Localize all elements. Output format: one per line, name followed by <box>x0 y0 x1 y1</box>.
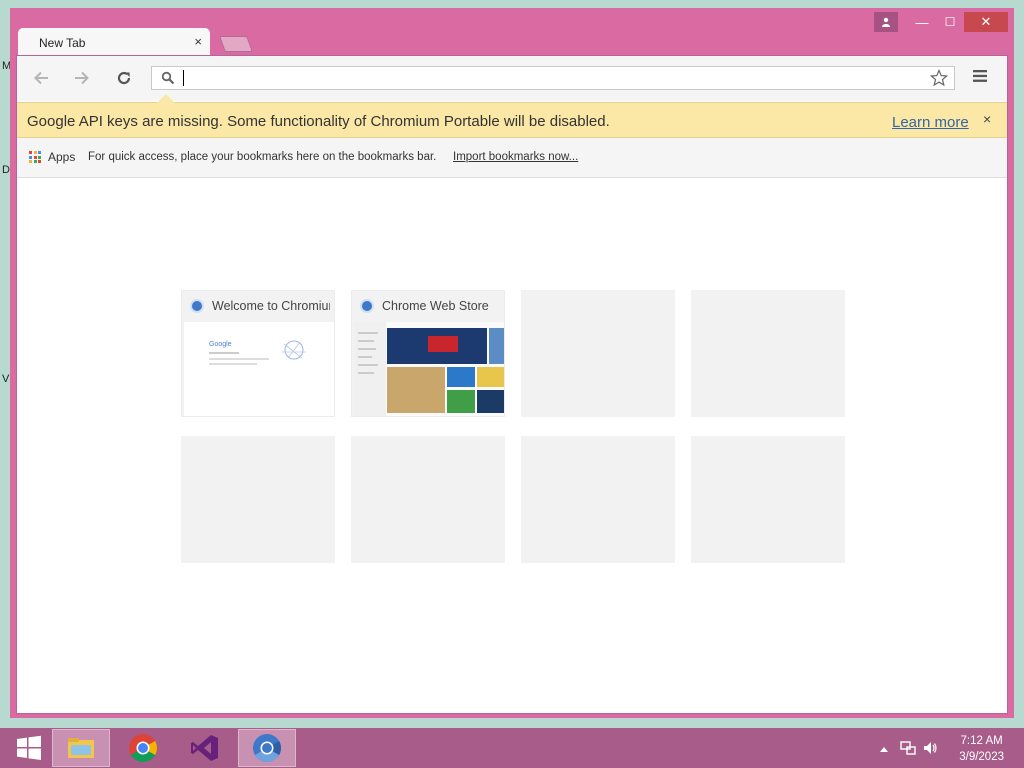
hamburger-menu-icon <box>973 70 987 82</box>
omnibox[interactable] <box>151 66 955 90</box>
reload-button[interactable] <box>112 67 136 89</box>
new-tab-button[interactable] <box>219 36 253 52</box>
text-caret <box>183 70 184 86</box>
empty-tile <box>691 436 845 563</box>
tile-thumbnail: Google <box>184 322 334 416</box>
empty-tile <box>181 436 335 563</box>
volume-icon[interactable] <box>922 740 938 756</box>
tile-title: Welcome to Chromium <box>212 299 330 313</box>
forward-arrow-icon <box>75 71 89 85</box>
api-keys-infobar: Google API keys are missing. Some functi… <box>17 94 1007 138</box>
chrome-icon <box>129 734 157 762</box>
tile-title: Chrome Web Store <box>382 299 489 313</box>
show-hidden-icons-icon[interactable] <box>879 745 889 753</box>
infobar-message: Google API keys are missing. Some functi… <box>27 113 610 130</box>
empty-tile <box>351 436 505 563</box>
chromium-icon <box>253 734 281 762</box>
most-visited-tile[interactable]: Welcome to Chromium Google <box>181 290 335 417</box>
welcome-page-thumbnail: Google <box>184 322 334 416</box>
svg-text:Google: Google <box>209 341 232 348</box>
infobar-pointer <box>157 94 175 103</box>
empty-tile <box>691 290 845 417</box>
tile-thumbnail <box>354 322 504 416</box>
tab-title: New Tab <box>39 36 86 50</box>
new-tab-page: Welcome to Chromium Google Chrome Web St… <box>17 178 1007 713</box>
visual-studio-icon <box>191 735 218 761</box>
apps-shortcut[interactable]: Apps <box>48 150 75 164</box>
browser-window: — ☐ ✕ New Tab × Google API keys are miss… <box>10 8 1014 718</box>
desktop-icon-label: V <box>2 373 10 385</box>
apps-grid-icon[interactable] <box>29 151 41 163</box>
bookmarks-hint: For quick access, place your bookmarks h… <box>88 151 437 163</box>
browser-content-frame: Google API keys are missing. Some functi… <box>16 55 1008 714</box>
minimize-button[interactable]: — <box>908 12 936 32</box>
taskbar: 7:12 AM 3/9/2023 <box>0 728 1024 768</box>
taskbar-chromium[interactable] <box>238 729 296 767</box>
clock-time: 7:12 AM <box>960 735 1003 747</box>
network-icon[interactable] <box>900 741 916 755</box>
empty-tile <box>521 290 675 417</box>
maximize-button[interactable]: ☐ <box>936 12 964 32</box>
import-bookmarks-link[interactable]: Import bookmarks now... <box>453 151 578 163</box>
windows-logo-icon <box>17 735 41 760</box>
web-store-favicon-icon <box>360 299 374 313</box>
taskbar-chrome[interactable] <box>114 729 172 767</box>
main-menu-button[interactable] <box>972 69 990 88</box>
clock-date: 3/9/2023 <box>959 751 1004 763</box>
profile-button[interactable] <box>874 12 898 32</box>
search-icon <box>161 71 175 85</box>
start-button[interactable] <box>0 729 58 767</box>
bookmarks-bar: Apps For quick access, place your bookma… <box>17 138 1007 178</box>
infobar-close-icon[interactable]: × <box>983 111 991 127</box>
forward-button[interactable] <box>70 67 94 89</box>
tab-close-icon[interactable]: × <box>194 34 202 49</box>
empty-tile <box>521 436 675 563</box>
star-icon[interactable] <box>930 69 948 87</box>
window-controls: — ☐ ✕ <box>874 12 1008 32</box>
address-input[interactable] <box>182 69 926 89</box>
taskbar-file-explorer[interactable] <box>52 729 110 767</box>
back-arrow-icon <box>34 71 48 85</box>
most-visited-tile[interactable]: Chrome Web Store <box>351 290 505 417</box>
back-button[interactable] <box>29 67 53 89</box>
reload-icon <box>117 71 131 85</box>
desktop-icon-label: D <box>2 164 10 176</box>
file-explorer-icon <box>68 738 94 758</box>
person-icon <box>882 17 890 27</box>
close-window-button[interactable]: ✕ <box>964 12 1008 32</box>
tab-new-tab[interactable]: New Tab × <box>18 28 210 55</box>
clock[interactable]: 7:12 AM 3/9/2023 <box>959 733 1004 765</box>
chromium-favicon-icon <box>190 299 204 313</box>
learn-more-link[interactable]: Learn more <box>892 114 969 131</box>
web-store-thumbnail <box>354 322 504 416</box>
taskbar-visual-studio[interactable] <box>176 729 234 767</box>
